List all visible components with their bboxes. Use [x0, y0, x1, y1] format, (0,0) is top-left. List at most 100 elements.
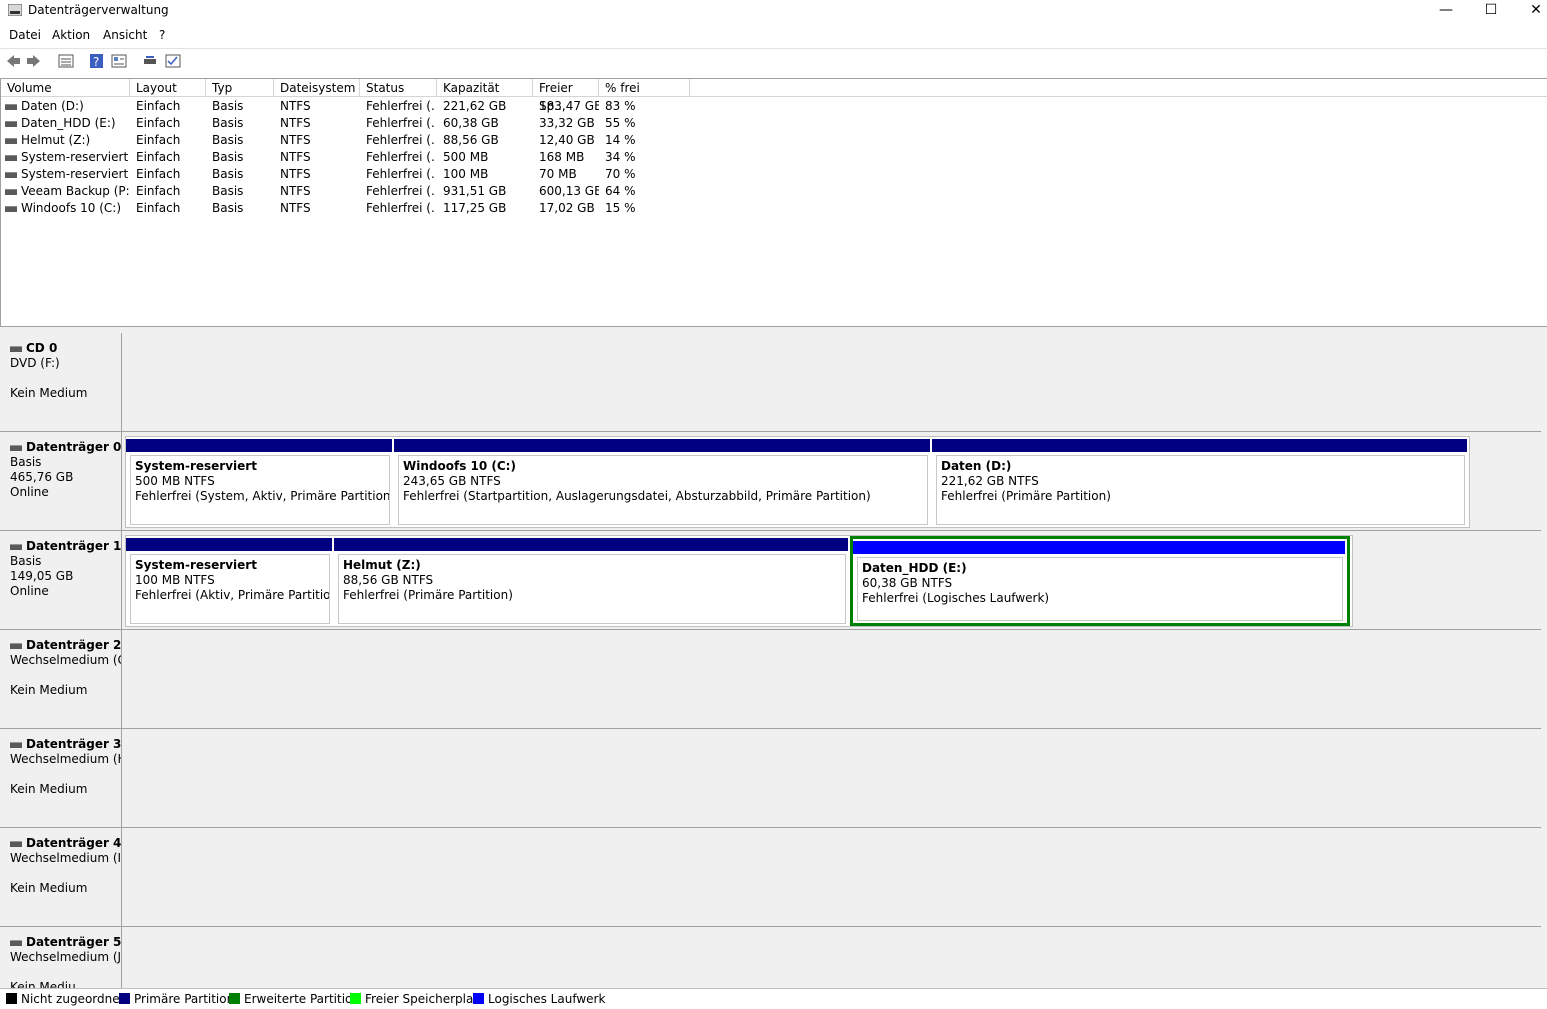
- cell-prozent-frei: 34 %: [605, 150, 636, 164]
- column-header-status[interactable]: Status: [360, 79, 437, 97]
- disk-row: Datenträger 1 Basis 149,05 GB Online System-…: [0, 531, 1541, 630]
- legend-label: Nicht zugeordnet: [21, 992, 125, 1006]
- column-header-prozent-frei[interactable]: % frei: [599, 79, 690, 97]
- partition-details: System-reserviert 100 MB NTFS Fehlerfrei (…: [130, 554, 330, 624]
- partition-status: Fehlerfrei (Startpartition, Auslagerungs…: [403, 489, 871, 503]
- title-bar: Datenträgerverwaltung — ☐ ✕: [0, 0, 1547, 22]
- partition[interactable]: Daten (D:) 221,62 GB NTFS Fehlerfrei (Prim…: [932, 437, 1469, 527]
- column-header-kapazitaet[interactable]: Kapazität: [437, 79, 533, 97]
- disk-icon: [10, 444, 22, 451]
- column-header-dateisystem[interactable]: Dateisystem: [274, 79, 360, 97]
- check-icon[interactable]: [165, 53, 181, 69]
- cell-layout: Einfach: [136, 167, 181, 181]
- disk-info-line: [10, 866, 121, 881]
- disk-label[interactable]: Datenträger 3 Wechselmedium (H Kein Medium: [0, 729, 122, 827]
- properties-icon[interactable]: [111, 53, 127, 69]
- legend-swatch: [350, 993, 361, 1004]
- volume-icon: [5, 172, 17, 178]
- cell-dateisystem: NTFS: [280, 116, 311, 130]
- minimize-button[interactable]: —: [1423, 0, 1469, 22]
- menu-help[interactable]: ?: [159, 28, 165, 42]
- disk-label[interactable]: CD 0 DVD (F:) Kein Medium: [0, 333, 122, 431]
- table-row[interactable]: System-reserviert Einfach Basis NTFS Fehlerf…: [1, 166, 701, 183]
- disk-info-line: DVD (F:): [10, 356, 60, 370]
- cell-prozent-frei: 14 %: [605, 133, 636, 147]
- partition[interactable]: Windoofs 10 (C:) 243,65 GB NTFS Fehlerfrei…: [394, 437, 932, 527]
- partition-area: System-reserviert 100 MB NTFS Fehlerfrei (…: [125, 535, 1353, 627]
- legend-label: Erweiterte Partition: [244, 992, 360, 1006]
- column-header-typ[interactable]: Typ: [206, 79, 274, 97]
- partition-size: 100 MB NTFS: [135, 573, 215, 587]
- column-header-volume[interactable]: Volume: [1, 79, 130, 97]
- column-header-layout[interactable]: Layout: [130, 79, 206, 97]
- cell-layout: Einfach: [136, 201, 181, 215]
- column-header-empty: [690, 79, 1547, 97]
- menu-bar: Datei Aktion Ansicht ?: [0, 26, 1547, 44]
- legend-label: Freier Speicherplatz: [365, 992, 485, 1006]
- disk-info-line: [10, 371, 121, 386]
- cell-freier-speicher: 17,02 GB: [539, 201, 595, 215]
- table-row[interactable]: System-reserviert Einfach Basis NTFS Fehlerf…: [1, 149, 701, 166]
- list-view-icon[interactable]: [58, 53, 74, 69]
- cell-typ: Basis: [212, 201, 244, 215]
- partition[interactable]: Helmut (Z:) 88,56 GB NTFS Fehlerfrei (Prim…: [334, 536, 850, 626]
- legend: Nicht zugeordnet Primäre Partition Erweite…: [0, 988, 1547, 1009]
- disk-name: Datenträger 3: [26, 737, 122, 751]
- disk-icon: [10, 741, 22, 748]
- partition-type-bar: [394, 439, 930, 452]
- table-row[interactable]: Helmut (Z:) Einfach Basis NTFS Fehlerfrei (.…: [1, 132, 701, 149]
- disk-view: CD 0 DVD (F:) Kein Medium Datenträger 0 Basi…: [0, 333, 1547, 988]
- menu-aktion[interactable]: Aktion: [52, 28, 90, 42]
- partition[interactable]: System-reserviert 100 MB NTFS Fehlerfrei (…: [126, 536, 334, 626]
- disk-label[interactable]: Datenträger 0 Basis 465,76 GB Online: [0, 432, 122, 530]
- partition[interactable]: Daten_HDD (E:) 60,38 GB NTFS Fehlerfrei (L…: [850, 536, 1350, 626]
- disk-info-line: Wechselmedium (H: [10, 752, 122, 766]
- disk-label[interactable]: Datenträger 1 Basis 149,05 GB Online: [0, 531, 122, 629]
- disk-label[interactable]: Datenträger 5 Wechselmedium (J:) Kein Medi…: [0, 927, 122, 988]
- table-row[interactable]: Windoofs 10 (C:) Einfach Basis NTFS Fehlerfr…: [1, 200, 701, 217]
- table-row[interactable]: Daten (D:) Einfach Basis NTFS Fehlerfrei (..…: [1, 98, 701, 115]
- vertical-scrollbar[interactable]: [1541, 333, 1547, 988]
- cell-dateisystem: NTFS: [280, 167, 311, 181]
- partition-name: Daten_HDD (E:): [862, 561, 967, 575]
- menu-datei[interactable]: Datei: [9, 28, 41, 42]
- cell-freier-speicher: 183,47 GB: [539, 99, 599, 113]
- cell-freier-speicher: 168 MB: [539, 150, 585, 164]
- column-header-freier-speicher[interactable]: Freier Sp...: [533, 79, 599, 113]
- cell-layout: Einfach: [136, 116, 181, 130]
- cell-status: Fehlerfrei (...: [366, 133, 436, 147]
- disk-row: Datenträger 0 Basis 465,76 GB Online System-…: [0, 432, 1541, 531]
- disk-name: Datenträger 5: [26, 935, 122, 949]
- cell-dateisystem: NTFS: [280, 133, 311, 147]
- cd-drive-icon: [10, 345, 22, 352]
- close-button[interactable]: ✕: [1513, 0, 1547, 22]
- legend-swatch: [229, 993, 240, 1004]
- maximize-button[interactable]: ☐: [1468, 0, 1514, 22]
- partition-name: Helmut (Z:): [343, 558, 421, 572]
- disk-info-line: Kein Medium: [10, 683, 88, 697]
- partition-type-bar: [932, 439, 1467, 452]
- cell-layout: Einfach: [136, 150, 181, 164]
- menu-ansicht[interactable]: Ansicht: [103, 28, 147, 42]
- cell-layout: Einfach: [136, 133, 181, 147]
- table-row[interactable]: Daten_HDD (E:) Einfach Basis NTFS Fehlerfrei…: [1, 115, 701, 132]
- partition-status: Fehlerfrei (Aktiv, Primäre Partition): [135, 588, 330, 602]
- cell-prozent-frei: 70 %: [605, 167, 636, 181]
- cell-kapazitaet: 88,56 GB: [443, 133, 499, 147]
- help-icon[interactable]: ?: [89, 53, 105, 69]
- back-icon[interactable]: [5, 53, 21, 69]
- cell-kapazitaet: 500 MB: [443, 150, 489, 164]
- disk-name: CD 0: [26, 341, 58, 355]
- table-row[interactable]: Veeam Backup (P:) Einfach Basis NTFS Fehlerf…: [1, 183, 701, 200]
- cell-status: Fehlerfrei (...: [366, 184, 436, 198]
- cell-volume: Daten_HDD (E:): [21, 116, 116, 130]
- connect-icon[interactable]: [142, 53, 158, 69]
- disk-label[interactable]: Datenträger 4 Wechselmedium (I:) Kein Medi…: [0, 828, 122, 926]
- partition-name: System-reserviert: [135, 558, 257, 572]
- cell-kapazitaet: 117,25 GB: [443, 201, 507, 215]
- disk-label[interactable]: Datenträger 2 Wechselmedium (G: Kein Mediu…: [0, 630, 122, 728]
- cell-volume: Veeam Backup (P:): [21, 184, 129, 198]
- partition[interactable]: System-reserviert 500 MB NTFS Fehlerfrei (…: [126, 437, 394, 527]
- forward-icon[interactable]: [26, 53, 42, 69]
- cell-freier-speicher: 12,40 GB: [539, 133, 595, 147]
